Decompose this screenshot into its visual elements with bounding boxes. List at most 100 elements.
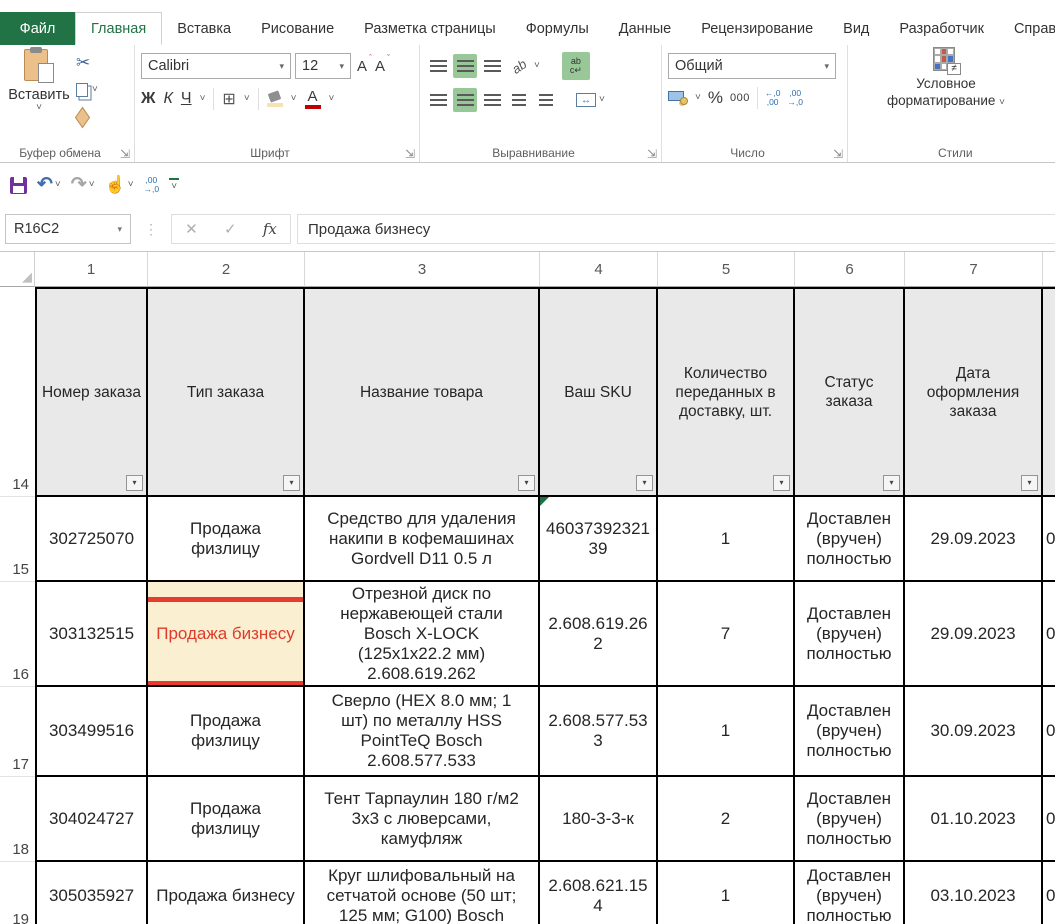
- tab-file[interactable]: Файл: [0, 12, 75, 45]
- column-header-8[interactable]: [1043, 252, 1055, 287]
- insert-function-button[interactable]: fx: [263, 220, 277, 238]
- touch-mode-button[interactable]: ☝ ˅: [105, 175, 134, 195]
- undo-button[interactable]: ↶ ˅: [37, 176, 61, 194]
- tab-page-layout[interactable]: Разметка страницы: [349, 12, 511, 45]
- comma-style-button[interactable]: 000: [730, 92, 750, 104]
- header-cell-type[interactable]: Тип заказа ▾: [148, 287, 305, 497]
- tab-formulas[interactable]: Формулы: [511, 12, 604, 45]
- align-top-button[interactable]: [426, 54, 450, 78]
- cell-type[interactable]: Продажа физлицу: [148, 777, 305, 862]
- borders-button[interactable]: ⊞: [222, 89, 235, 109]
- merge-caret-icon[interactable]: ˅: [599, 95, 605, 105]
- cell-partial[interactable]: 0: [1043, 497, 1055, 582]
- filter-button[interactable]: ▾: [883, 475, 900, 491]
- column-header-6[interactable]: 6: [795, 252, 905, 287]
- cell-order[interactable]: 304024727: [35, 777, 148, 862]
- cell-type[interactable]: Продажа физлицу: [148, 497, 305, 582]
- column-header-1[interactable]: 1: [35, 252, 148, 287]
- header-cell-date[interactable]: Дата оформления заказа ▾: [905, 287, 1043, 497]
- cell-sku[interactable]: 180-3-3-к: [540, 777, 658, 862]
- confirm-entry-icon[interactable]: ✓: [224, 220, 237, 238]
- conditional-formatting-button[interactable]: ≠ Условное форматирование ˅: [866, 47, 1026, 109]
- cut-button[interactable]: ✂: [76, 53, 90, 73]
- header-cell-qty[interactable]: Количество переданных в доставку, шт. ▾: [658, 287, 795, 497]
- cell-status[interactable]: Доставлен (вручен) полностью: [795, 687, 905, 777]
- cell-product[interactable]: Сверло (HEX 8.0 мм; 1 шт) по металлу HSS…: [305, 687, 540, 777]
- cell-sku[interactable]: 2.608.577.533: [540, 687, 658, 777]
- filter-button[interactable]: ▾: [283, 475, 300, 491]
- clipboard-dialog-launcher[interactable]: ⇲: [120, 148, 130, 160]
- touch-mode-caret-icon[interactable]: ˅: [128, 180, 134, 190]
- cell-order[interactable]: 303499516: [35, 687, 148, 777]
- borders-caret-icon[interactable]: ˅: [244, 94, 250, 104]
- cell-order[interactable]: 303132515: [35, 582, 148, 687]
- bold-button[interactable]: Ж: [141, 90, 155, 108]
- cell-partial[interactable]: 0: [1043, 862, 1055, 924]
- cell-product[interactable]: Средство для удаления накипи в кофемашин…: [305, 497, 540, 582]
- cell-type[interactable]: Продажа физлицу: [148, 687, 305, 777]
- underline-button[interactable]: Ч: [181, 90, 192, 108]
- increase-indent-button[interactable]: [534, 88, 558, 112]
- cell-date[interactable]: 29.09.2023: [905, 497, 1043, 582]
- name-box[interactable]: R16C2 ▾: [5, 214, 131, 244]
- font-color-button[interactable]: А: [305, 90, 321, 109]
- merge-center-button[interactable]: ↔: [576, 93, 596, 107]
- paste-button[interactable]: Вставить ˅: [8, 47, 70, 139]
- qat-decrease-decimal-button[interactable]: ,00 →,0: [144, 176, 160, 194]
- cell-product[interactable]: Отрезной диск по нержавеющей стали Bosch…: [305, 582, 540, 687]
- align-middle-button[interactable]: [453, 54, 477, 78]
- column-header-2[interactable]: 2: [148, 252, 305, 287]
- cell-date[interactable]: 03.10.2023: [905, 862, 1043, 924]
- row-header-19[interactable]: 19: [0, 862, 35, 924]
- header-cell-order[interactable]: Номер заказа ▾: [35, 287, 148, 497]
- tab-home[interactable]: Главная: [75, 12, 162, 45]
- cancel-entry-icon[interactable]: ✕: [185, 220, 198, 238]
- undo-caret-icon[interactable]: ˅: [55, 180, 61, 190]
- orientation-caret-icon[interactable]: ˅: [534, 61, 540, 71]
- cell-order[interactable]: 302725070: [35, 497, 148, 582]
- wrap-text-button[interactable]: ab c↵: [562, 52, 590, 80]
- cell-status[interactable]: Доставлен (вручен) полностью: [795, 497, 905, 582]
- name-box-dropdown-icon[interactable]: ▾: [117, 224, 122, 235]
- customize-qat-button[interactable]: ˅: [169, 178, 179, 192]
- redo-button[interactable]: ↷ ˅: [71, 176, 95, 194]
- number-format-combo[interactable]: Общий ▾: [668, 53, 836, 79]
- cell-partial[interactable]: 0: [1043, 582, 1055, 687]
- column-header-3[interactable]: 3: [305, 252, 540, 287]
- accounting-caret-icon[interactable]: ˅: [695, 93, 701, 103]
- cell-type-highlighted[interactable]: Продажа бизнесу: [148, 582, 305, 687]
- header-cell-status[interactable]: Статус заказа ▾: [795, 287, 905, 497]
- italic-button[interactable]: К: [163, 90, 172, 108]
- cell-date[interactable]: 01.10.2023: [905, 777, 1043, 862]
- format-as-table-button[interactable]: Формати как таб.: [1034, 47, 1055, 107]
- align-right-button[interactable]: [480, 88, 504, 112]
- format-painter-button[interactable]: [76, 111, 89, 124]
- filter-button[interactable]: ▾: [518, 475, 535, 491]
- row-header-17[interactable]: 17: [0, 687, 35, 777]
- row-header-16[interactable]: 16: [0, 582, 35, 687]
- row-header-14[interactable]: 14: [0, 287, 35, 497]
- tab-data[interactable]: Данные: [604, 12, 686, 45]
- cell-qty[interactable]: 1: [658, 687, 795, 777]
- decrease-indent-button[interactable]: [507, 88, 531, 112]
- cell-qty[interactable]: 2: [658, 777, 795, 862]
- cell-status[interactable]: Доставлен (вручен) полностью: [795, 777, 905, 862]
- column-header-4[interactable]: 4: [540, 252, 658, 287]
- font-size-dropdown-icon[interactable]: ▾: [339, 61, 344, 72]
- fill-color-caret-icon[interactable]: ˅: [291, 94, 297, 104]
- cell-status[interactable]: Доставлен (вручен) полностью: [795, 862, 905, 924]
- tab-review[interactable]: Рецензирование: [686, 12, 828, 45]
- increase-decimal-button[interactable]: ←,0 ,00: [765, 89, 781, 107]
- tab-insert[interactable]: Вставка: [162, 12, 246, 45]
- font-color-caret-icon[interactable]: ˅: [329, 94, 335, 104]
- alignment-dialog-launcher[interactable]: ⇲: [647, 148, 657, 160]
- filter-button[interactable]: ▾: [773, 475, 790, 491]
- cell-status[interactable]: Доставлен (вручен) полностью: [795, 582, 905, 687]
- copy-button[interactable]: ˅: [76, 83, 98, 97]
- increase-font-button[interactable]: А ˆ: [355, 58, 369, 75]
- tab-help[interactable]: Справка: [999, 12, 1055, 45]
- cell-qty[interactable]: 1: [658, 497, 795, 582]
- cell-sku[interactable]: 2.608.619.262: [540, 582, 658, 687]
- cell-type[interactable]: Продажа бизнесу: [148, 862, 305, 924]
- align-center-button[interactable]: [453, 88, 477, 112]
